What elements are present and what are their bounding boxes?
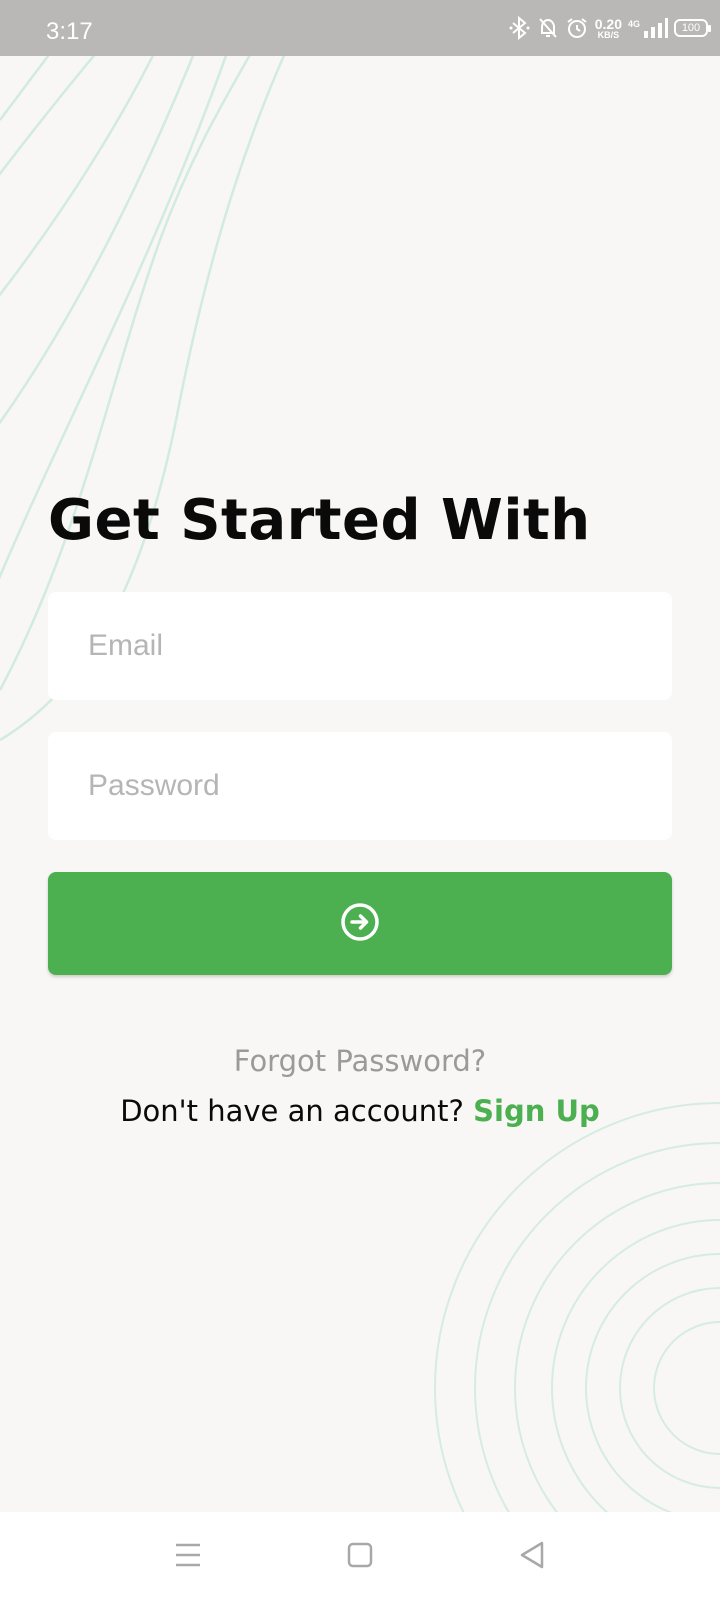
signal-icon: [642, 16, 668, 40]
menu-icon: [174, 1542, 202, 1572]
email-input[interactable]: [88, 629, 672, 663]
nav-home-button[interactable]: [340, 1540, 380, 1574]
arrow-right-circle-icon: [339, 901, 381, 946]
sign-up-link[interactable]: Sign Up: [473, 1094, 600, 1128]
network-type: 4G: [627, 19, 640, 29]
status-time: 3:17: [46, 18, 93, 45]
back-icon: [518, 1540, 546, 1574]
alarm-icon: [565, 16, 589, 40]
home-icon: [346, 1541, 374, 1573]
page-title: Get Started With: [48, 488, 591, 553]
mute-notification-icon: [537, 16, 559, 40]
signup-row: Don't have an account? Sign Up: [0, 1094, 720, 1128]
forgot-password-link[interactable]: Forgot Password?: [0, 1044, 720, 1078]
network-speed-value: 0.20: [594, 15, 622, 32]
network-speed-unit: KB/S: [597, 29, 620, 40]
battery-level: 100: [681, 22, 701, 34]
bluetooth-icon: [509, 16, 531, 40]
battery-icon: 100: [674, 19, 711, 37]
network-speed: 0.20 KB/S: [595, 17, 622, 40]
password-field[interactable]: [48, 732, 672, 840]
no-account-text: Don't have an account?: [120, 1094, 464, 1128]
email-field[interactable]: [48, 592, 672, 700]
status-icons: 0.20 KB/S 4G 100: [509, 12, 711, 44]
login-submit-button[interactable]: [48, 872, 672, 975]
nav-menu-button[interactable]: [168, 1540, 208, 1574]
nav-back-button[interactable]: [512, 1540, 552, 1574]
password-input[interactable]: [88, 769, 672, 803]
system-nav-bar: [0, 1512, 720, 1600]
status-bar: 3:17 0.20 KB/S 4G 100: [0, 0, 720, 56]
